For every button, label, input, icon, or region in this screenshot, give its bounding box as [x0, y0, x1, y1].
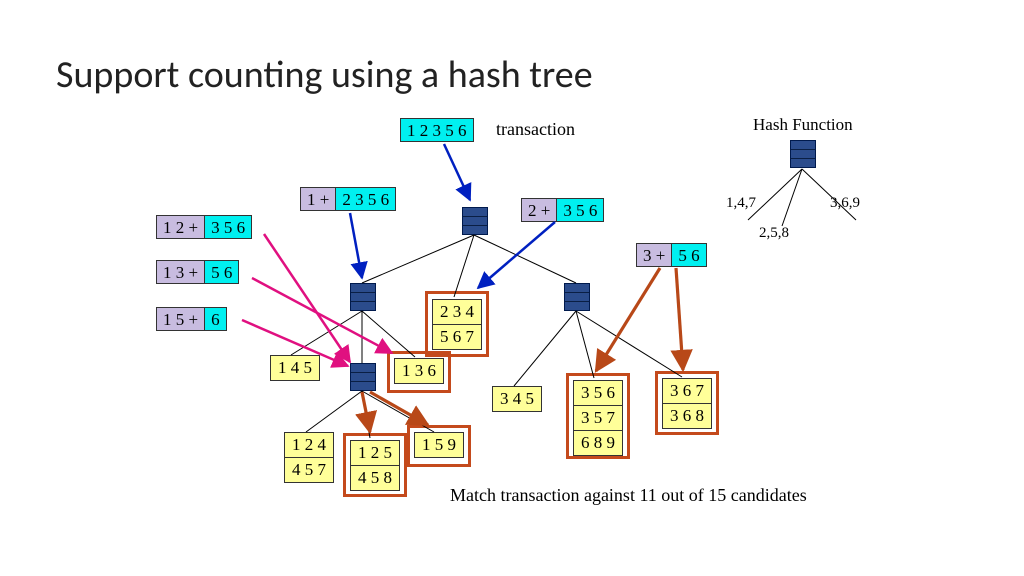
prefix-2-b: 3 5 6	[557, 199, 603, 221]
hashfn-label: Hash Function	[753, 115, 853, 135]
prefix-12-a: 1 2 +	[157, 216, 205, 238]
leaf-345-row0: 3 4 5	[493, 387, 541, 411]
leaf-125: 1 2 5 4 5 8	[350, 440, 400, 491]
leaf-356-row0: 3 5 6	[574, 381, 622, 406]
page-title: Support counting using a hash tree	[56, 52, 593, 98]
leaf-145: 1 4 5	[270, 355, 320, 381]
prefix-13-a: 1 3 +	[157, 261, 205, 283]
node-R	[564, 283, 590, 311]
prefix-12-b: 3 5 6	[205, 216, 251, 238]
transaction-items: 1 2 3 5 6	[401, 119, 473, 141]
leaf-234: 2 3 4 5 6 7	[432, 299, 482, 350]
leaf-159: 1 5 9	[414, 432, 464, 458]
prefix-3: 3 + 5 6	[636, 243, 707, 267]
prefix-2: 2 + 3 5 6	[521, 198, 604, 222]
leaf-124: 1 2 4 4 5 7	[284, 432, 334, 483]
transaction-label: transaction	[496, 119, 575, 140]
prefix-13-b: 5 6	[205, 261, 238, 283]
leaf-367: 3 6 7 3 6 8	[662, 378, 712, 429]
leaf-356-row1: 3 5 7	[574, 406, 622, 431]
leaf-356: 3 5 6 3 5 7 6 8 9	[573, 380, 623, 456]
leaf-136-row0: 1 3 6	[395, 359, 443, 383]
prefix-13: 1 3 + 5 6	[156, 260, 239, 284]
prefix-2-a: 2 +	[522, 199, 557, 221]
hashfn-mid: 2,5,8	[759, 225, 789, 242]
prefix-15-b: 6	[205, 308, 226, 330]
prefix-1-b: 2 3 5 6	[336, 188, 395, 210]
hashfn-left: 1,4,7	[726, 195, 756, 212]
caption: Match transaction against 11 out of 15 c…	[450, 485, 807, 506]
leaf-125-row1: 4 5 8	[351, 466, 399, 490]
leaf-367-row0: 3 6 7	[663, 379, 711, 404]
prefix-15-a: 1 5 +	[157, 308, 205, 330]
node-L	[350, 283, 376, 311]
node-LL	[350, 363, 376, 391]
transaction-box: 1 2 3 5 6	[400, 118, 474, 142]
hashfn-right: 3,6,9	[830, 195, 860, 212]
leaf-124-row0: 1 2 4	[285, 433, 333, 458]
prefix-15: 1 5 + 6	[156, 307, 227, 331]
leaf-125-row0: 1 2 5	[351, 441, 399, 466]
root-node	[462, 207, 488, 235]
prefix-3-a: 3 +	[637, 244, 672, 266]
leaf-234-row0: 2 3 4	[433, 300, 481, 325]
prefix-12: 1 2 + 3 5 6	[156, 215, 252, 239]
prefix-1-a: 1 +	[301, 188, 336, 210]
leaf-159-row0: 1 5 9	[415, 433, 463, 457]
leaf-124-row1: 4 5 7	[285, 458, 333, 482]
leaf-345: 3 4 5	[492, 386, 542, 412]
prefix-3-b: 5 6	[672, 244, 705, 266]
prefix-1: 1 + 2 3 5 6	[300, 187, 396, 211]
hashfn-node	[790, 140, 816, 168]
leaf-136: 1 3 6	[394, 358, 444, 384]
leaf-367-row1: 3 6 8	[663, 404, 711, 428]
leaf-234-row1: 5 6 7	[433, 325, 481, 349]
leaf-356-row2: 6 8 9	[574, 431, 622, 455]
leaf-145-row0: 1 4 5	[271, 356, 319, 380]
